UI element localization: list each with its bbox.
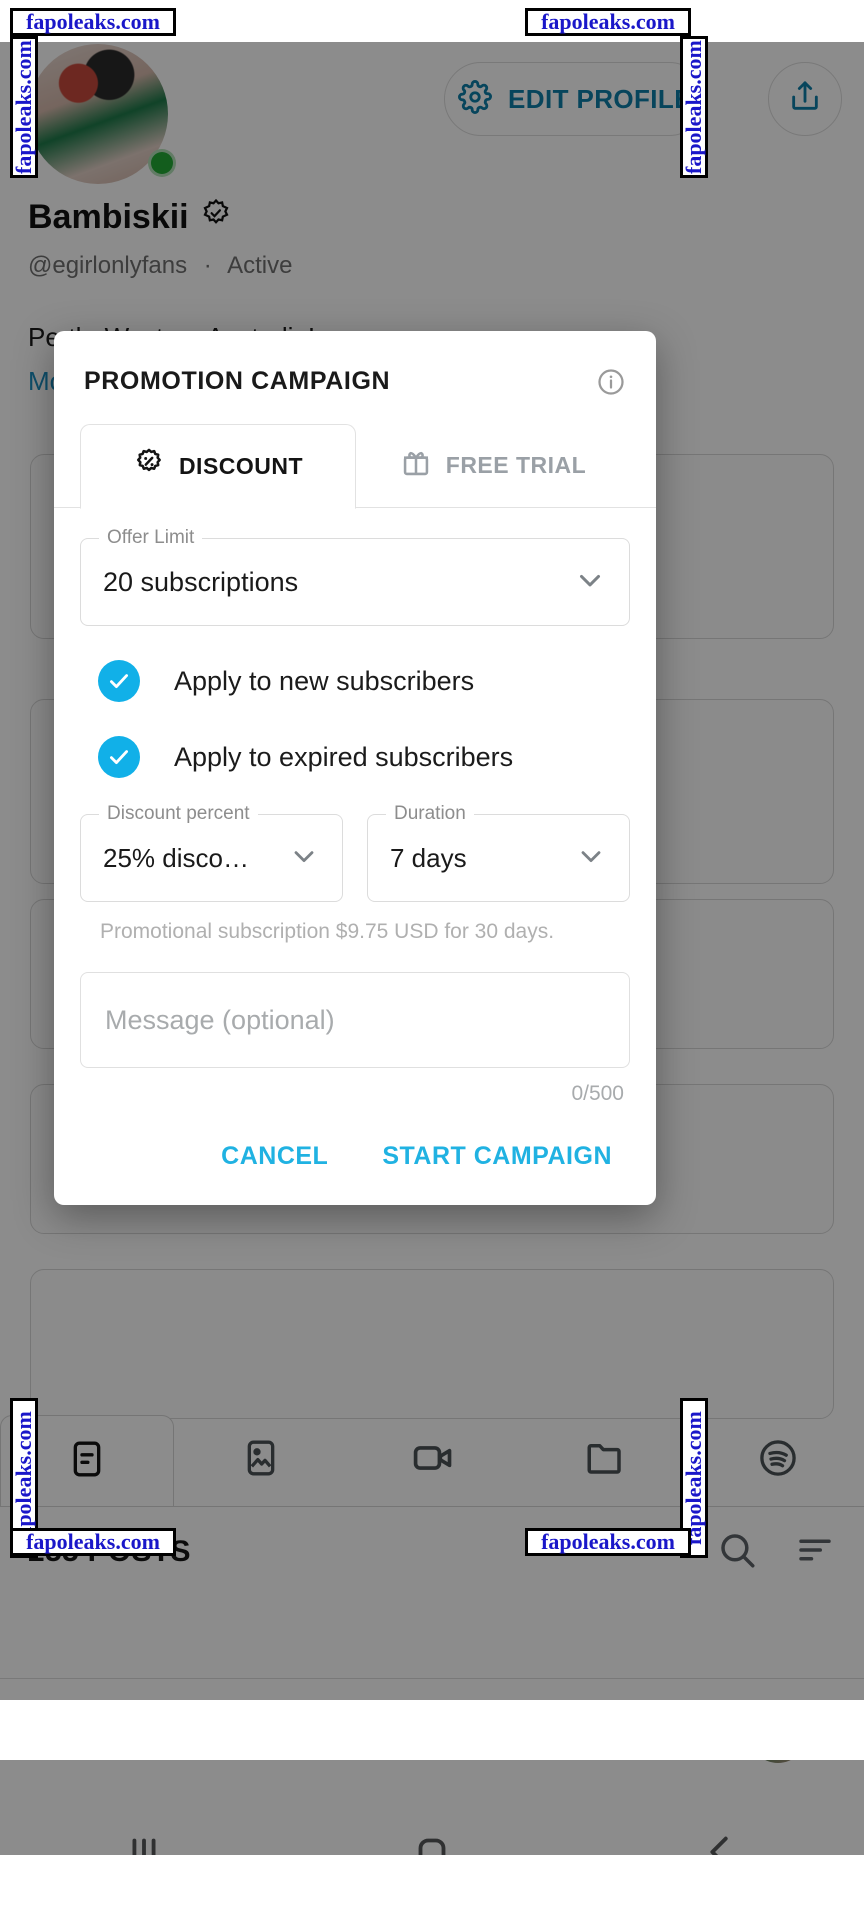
duration-select[interactable]: Duration 7 days [367, 803, 630, 902]
message-character-counter: 0/500 [571, 1082, 624, 1105]
discount-percent-select[interactable]: Discount percent 25% disco… [80, 803, 343, 902]
gift-icon [400, 447, 432, 485]
chevron-down-icon [573, 563, 607, 602]
start-campaign-button[interactable]: START CAMPAIGN [382, 1142, 612, 1171]
info-icon[interactable] [596, 367, 626, 402]
dialog-body: Offer Limit 20 subscriptions Apply to ne… [54, 508, 656, 1116]
checkbox-new-subscribers-label: Apply to new subscribers [174, 665, 475, 696]
watermark-left-vertical: fapoleaks.com [10, 36, 38, 178]
dialog-title: PROMOTION CAMPAIGN [84, 367, 391, 395]
tab-discount-label: DISCOUNT [178, 452, 304, 479]
message-placeholder: Message (optional) [105, 1004, 335, 1035]
offer-limit-select[interactable]: Offer Limit 20 subscriptions [80, 527, 630, 626]
discount-duration-row: Discount percent 25% disco… Duration 7 d… [80, 803, 630, 902]
discount-percent-value: 25% disco… [103, 842, 249, 873]
checkbox-expired-subscribers[interactable]: Apply to expired subscribers [80, 736, 630, 778]
tab-discount[interactable]: DISCOUNT [80, 424, 356, 509]
watermark-right-vertical: fapoleaks.com [680, 36, 708, 178]
discount-percent-legend: Discount percent [99, 803, 258, 825]
tab-free-trial-label: FREE TRIAL [445, 452, 587, 478]
cancel-button[interactable]: CANCEL [221, 1142, 328, 1171]
watermark-bottom-right: fapoleaks.com [525, 1528, 691, 1556]
checkbox-checked-icon [98, 660, 140, 702]
tab-free-trial[interactable]: FREE TRIAL [356, 424, 630, 507]
dialog-tabs: DISCOUNT FREE TRIAL [54, 424, 656, 509]
checkbox-new-subscribers[interactable]: Apply to new subscribers [80, 660, 630, 702]
dialog-actions: CANCEL START CAMPAIGN [54, 1116, 656, 1205]
message-input[interactable]: Message (optional) [80, 972, 630, 1068]
watermark-strip-bottom [0, 1700, 864, 1760]
checkbox-expired-subscribers-label: Apply to expired subscribers [174, 741, 514, 772]
duration-legend: Duration [386, 803, 474, 825]
watermark-bottom-left: fapoleaks.com [10, 1528, 176, 1556]
discount-badge-icon [133, 447, 165, 485]
checkbox-checked-icon [98, 736, 140, 778]
watermark-strip-bottom-2 [0, 1855, 864, 1920]
chevron-down-icon [575, 840, 607, 877]
dialog-header: PROMOTION CAMPAIGN [54, 331, 656, 424]
chevron-down-icon [288, 840, 320, 877]
promotion-campaign-dialog: PROMOTION CAMPAIGN DISCOUNT FREE TRIAL O… [54, 331, 656, 1205]
promotional-subscription-helper: Promotional subscription $9.75 USD for 3… [100, 920, 555, 943]
offer-limit-value: 20 subscriptions [103, 566, 299, 597]
duration-value: 7 days [390, 842, 467, 873]
offer-limit-legend: Offer Limit [99, 527, 203, 549]
watermark-top-left: fapoleaks.com [10, 8, 176, 36]
watermark-top-right: fapoleaks.com [525, 8, 691, 36]
screen-root: 12:10 ·↓↑ LTE1 [0, 0, 864, 1920]
